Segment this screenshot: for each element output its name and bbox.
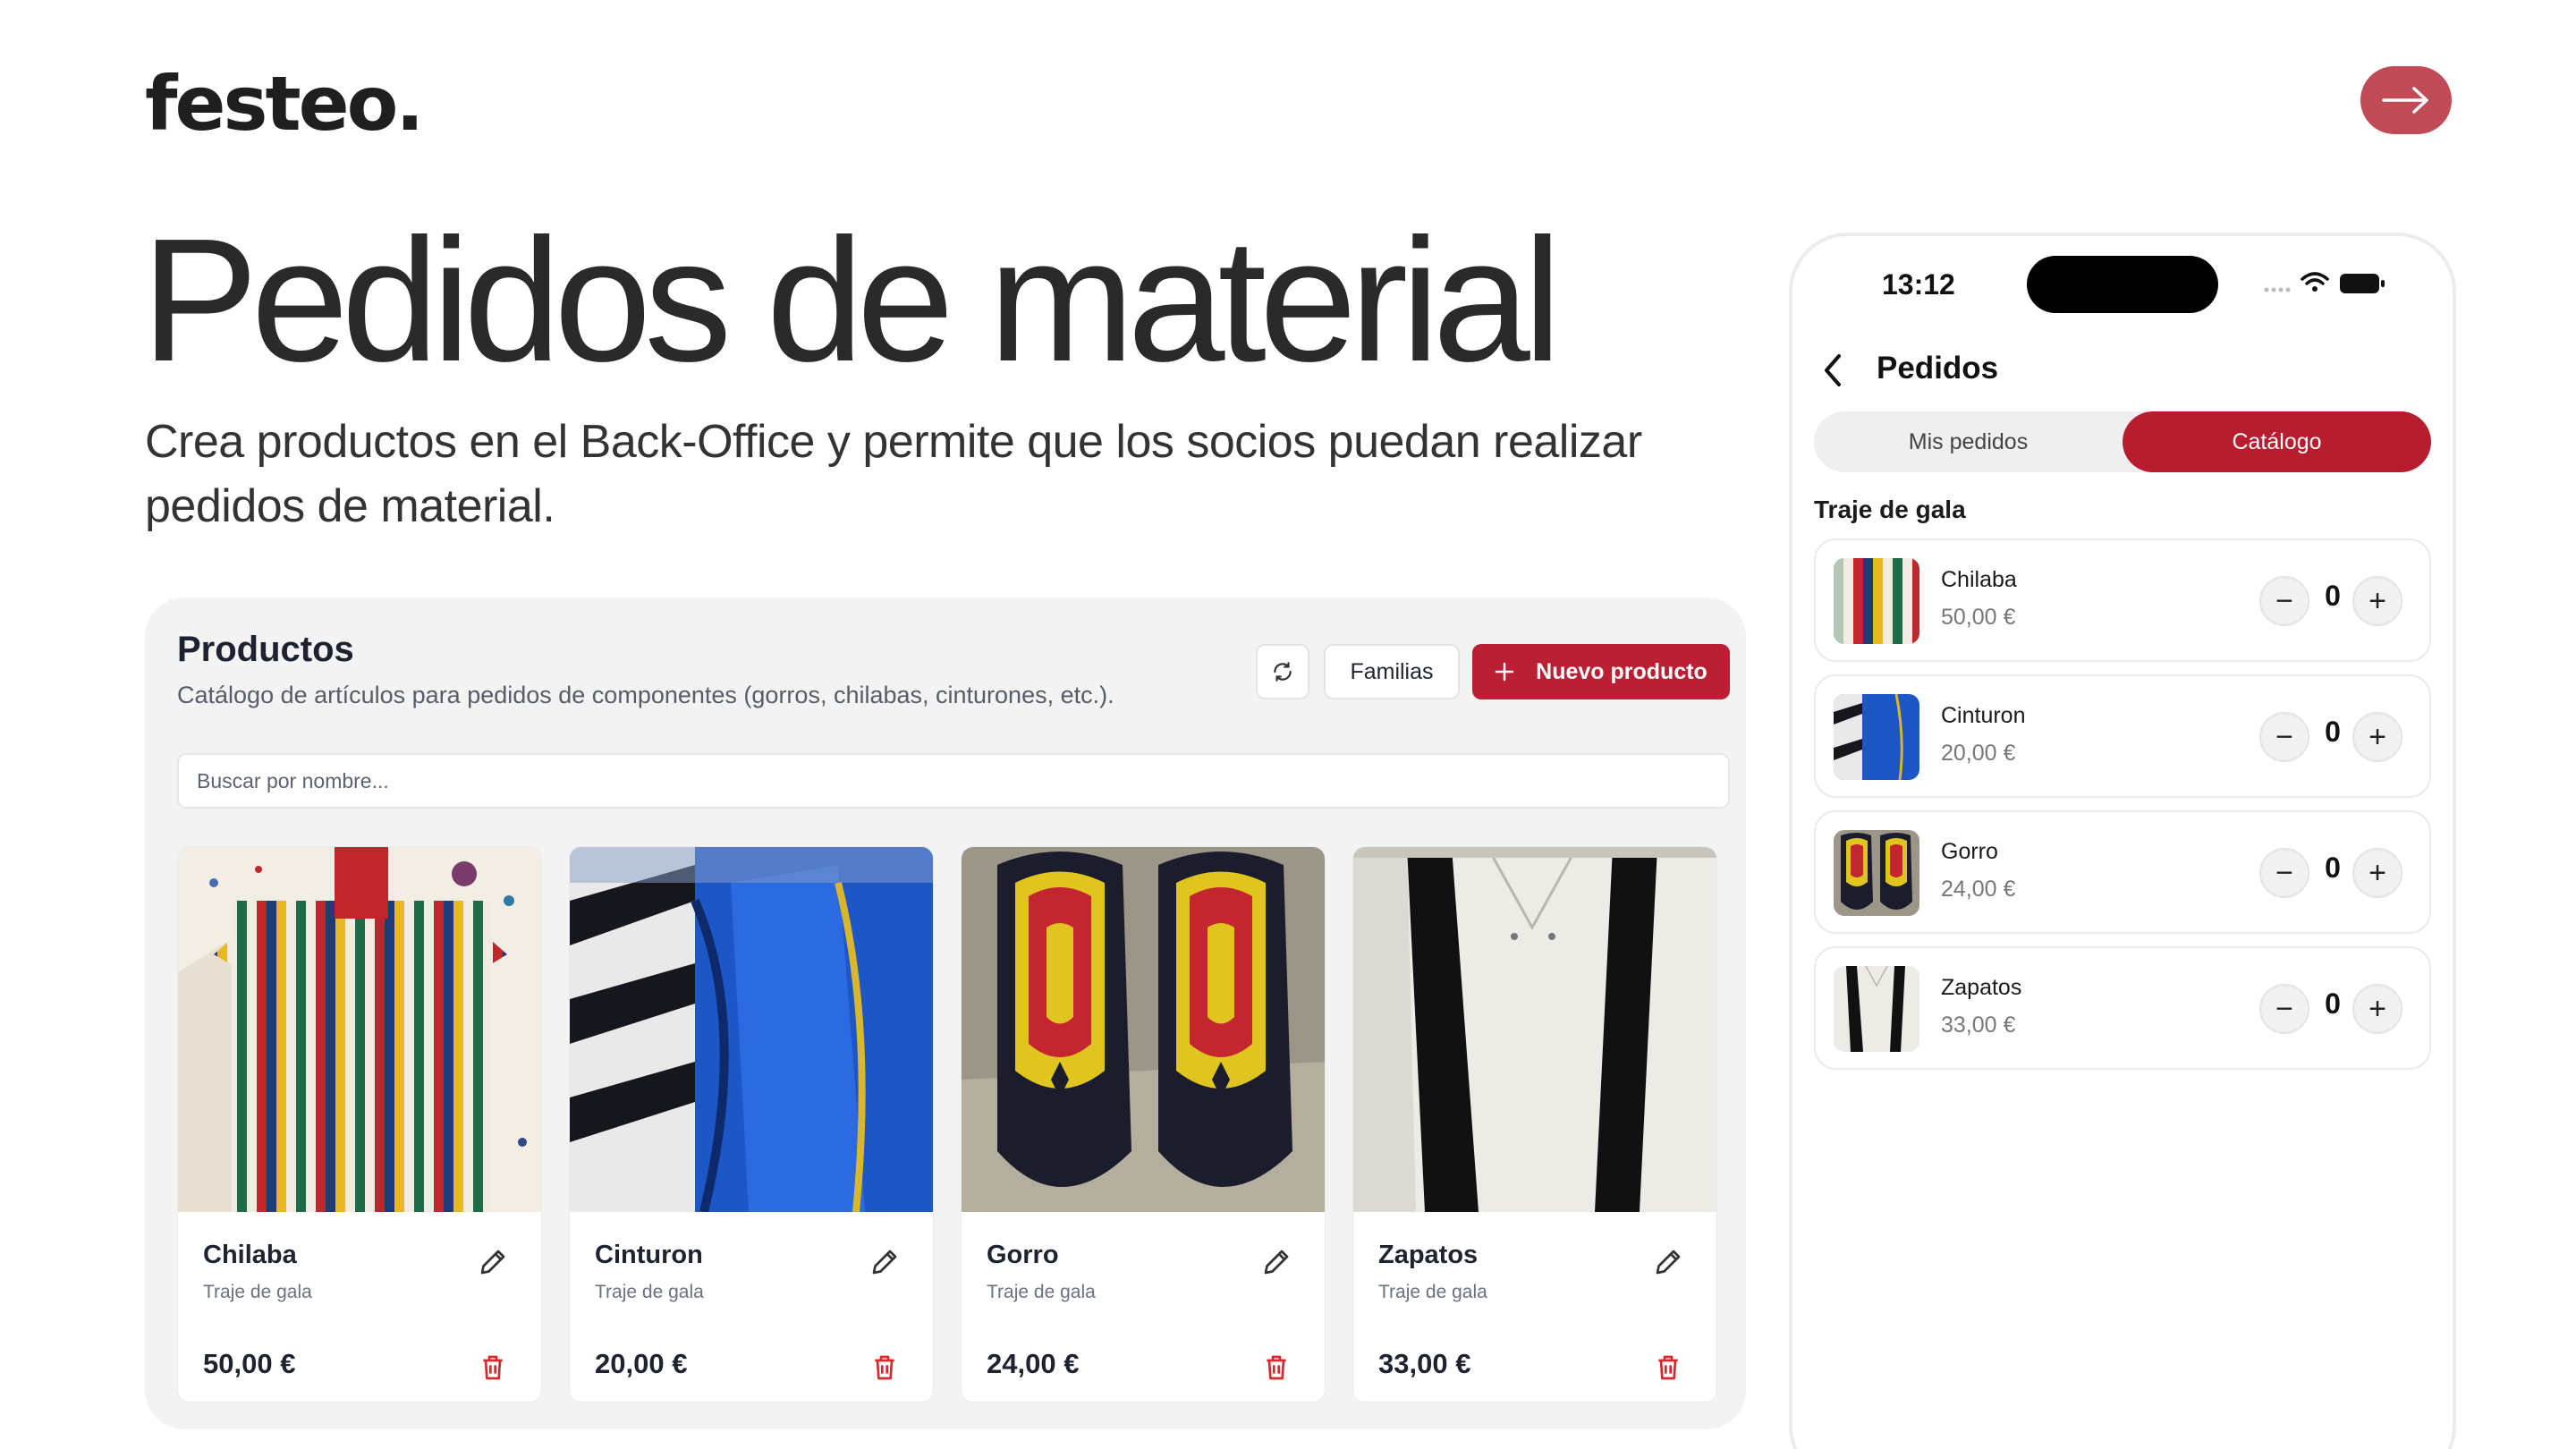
product-price: 20,00 € <box>595 1348 688 1379</box>
product-name: Zapatos <box>1378 1241 1479 1269</box>
plus-icon <box>1495 662 1514 682</box>
catalog-item-zapatos[interactable]: Zapatos 33,00 € − 0 + <box>1814 946 2431 1070</box>
item-name: Chilaba <box>1941 567 2017 592</box>
trash-icon[interactable] <box>1262 1353 1291 1382</box>
item-thumbnail <box>1834 966 1919 1052</box>
pencil-icon[interactable] <box>477 1246 509 1278</box>
item-price: 33,00 € <box>1941 1013 2016 1038</box>
item-price: 24,00 € <box>1941 877 2016 902</box>
product-family: Traje de gala <box>595 1282 704 1302</box>
pencil-icon[interactable] <box>1652 1246 1684 1278</box>
refresh-button[interactable] <box>1256 644 1309 699</box>
decrease-button[interactable]: − <box>2259 576 2309 626</box>
product-family: Traje de gala <box>987 1282 1096 1302</box>
signal-icon <box>2264 287 2291 292</box>
product-price: 24,00 € <box>987 1348 1080 1379</box>
product-image-cinturon <box>570 847 933 1212</box>
item-price: 50,00 € <box>1941 605 2016 630</box>
products-panel: Productos Catálogo de artículos para ped… <box>145 597 1746 1429</box>
segmented-control: Mis pedidos Catálogo <box>1814 411 2431 472</box>
refresh-icon <box>1274 662 1292 682</box>
product-price: 50,00 € <box>203 1348 296 1379</box>
quantity-value: 0 <box>2325 580 2341 612</box>
section-title: Traje de gala <box>1814 496 1966 523</box>
quantity-value: 0 <box>2325 852 2341 884</box>
increase-button[interactable]: + <box>2352 712 2402 762</box>
product-card-zapatos[interactable]: Zapatos Traje de gala 33,00 € <box>1352 846 1717 1402</box>
new-product-label: Nuevo producto <box>1536 658 1707 684</box>
catalog-item-cinturon[interactable]: Cinturon 20,00 € − 0 + <box>1814 674 2431 798</box>
new-product-button[interactable]: Nuevo producto <box>1472 644 1730 699</box>
pencil-icon[interactable] <box>869 1246 901 1278</box>
arrow-right-icon <box>2382 87 2428 114</box>
increase-button[interactable]: + <box>2352 984 2402 1034</box>
phone-mockup: 13:12 Pedidos Mis pedidos Catálogo Traje… <box>1789 233 2456 1449</box>
battery-icon <box>2340 274 2385 293</box>
dynamic-island <box>2027 256 2218 313</box>
item-name: Zapatos <box>1941 975 2022 1000</box>
status-time: 13:12 <box>1882 268 1955 301</box>
product-family: Traje de gala <box>203 1282 312 1302</box>
item-name: Gorro <box>1941 839 1998 864</box>
page-subtitle: Crea productos en el Back-Office y permi… <box>145 416 1642 532</box>
product-name: Cinturon <box>595 1241 703 1269</box>
festeo-logo: festeo. <box>145 60 424 148</box>
item-price: 20,00 € <box>1941 741 2016 766</box>
product-name: Gorro <box>987 1241 1059 1269</box>
search-input[interactable] <box>177 753 1730 809</box>
catalog-item-gorro[interactable]: Gorro 24,00 € − 0 + <box>1814 810 2431 934</box>
decrease-button[interactable]: − <box>2259 712 2309 762</box>
decrease-button[interactable]: − <box>2259 848 2309 898</box>
status-icons <box>2264 272 2385 293</box>
wifi-icon <box>2301 272 2329 285</box>
item-thumbnail <box>1834 558 1919 644</box>
product-price: 33,00 € <box>1378 1348 1471 1379</box>
trash-icon[interactable] <box>870 1353 899 1382</box>
increase-button[interactable]: + <box>2352 848 2402 898</box>
quantity-value: 0 <box>2325 987 2341 1020</box>
product-image-chilaba <box>178 847 541 1212</box>
tab-mis-pedidos[interactable]: Mis pedidos <box>1814 411 2123 472</box>
product-card-chilaba[interactable]: Chilaba Traje de gala 50,00 € <box>177 846 542 1402</box>
decrease-button[interactable]: − <box>2259 984 2309 1034</box>
page-title: Pedidos de material <box>141 202 1562 398</box>
product-image-zapatos <box>1353 847 1716 1212</box>
next-button[interactable] <box>2360 66 2452 134</box>
pencil-icon[interactable] <box>1260 1246 1292 1278</box>
catalog-item-chilaba[interactable]: Chilaba 50,00 € − 0 + <box>1814 538 2431 662</box>
product-family: Traje de gala <box>1378 1282 1487 1302</box>
item-name: Cinturon <box>1941 703 2026 728</box>
trash-icon[interactable] <box>1654 1353 1682 1382</box>
quantity-value: 0 <box>2325 716 2341 748</box>
product-name: Chilaba <box>203 1241 297 1269</box>
item-thumbnail <box>1834 694 1919 780</box>
item-thumbnail <box>1834 830 1919 916</box>
tab-catalogo[interactable]: Catálogo <box>2123 411 2431 472</box>
increase-button[interactable]: + <box>2352 576 2402 626</box>
panel-title: Productos <box>177 630 354 669</box>
product-card-gorro[interactable]: Gorro Traje de gala 24,00 € <box>961 846 1326 1402</box>
panel-description: Catálogo de artículos para pedidos de co… <box>177 682 1114 708</box>
product-card-cinturon[interactable]: Cinturon Traje de gala 20,00 € <box>569 846 934 1402</box>
trash-icon[interactable] <box>479 1353 507 1382</box>
familias-button[interactable]: Familias <box>1324 644 1460 699</box>
chevron-left-icon[interactable] <box>1819 352 1846 388</box>
product-image-gorro <box>962 847 1325 1212</box>
nav-title: Pedidos <box>1877 351 1999 386</box>
